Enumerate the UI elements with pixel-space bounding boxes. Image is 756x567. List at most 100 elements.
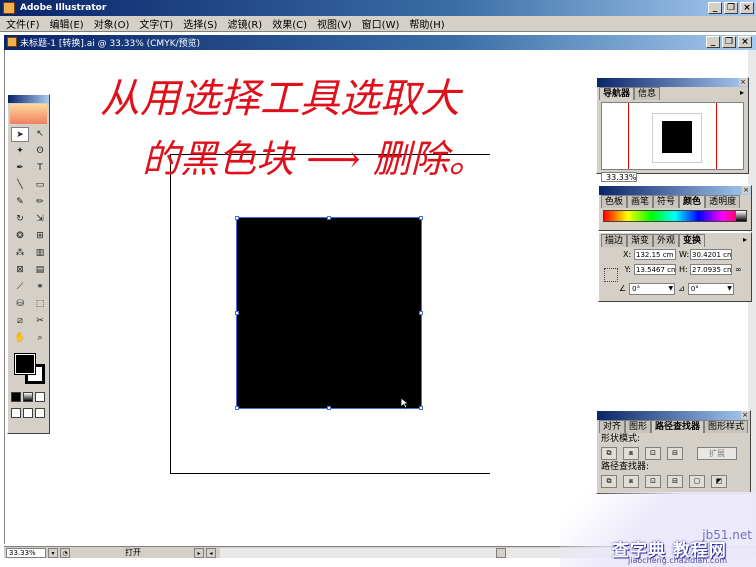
reference-point-icon[interactable] [604,268,618,282]
pathfinder-panel-titlebar[interactable]: × [597,411,750,420]
magic-wand-tool-icon[interactable]: ✦ [11,144,29,159]
tab-align[interactable]: 对齐 [599,420,626,433]
gradient-tool-icon[interactable]: ▤ [31,263,49,278]
free-transform-tool-icon[interactable]: ⊞ [31,229,49,244]
shear-angle-dropdown[interactable]: 0° [687,282,734,295]
selection-handle-ml[interactable] [235,311,239,315]
full-screen-menu-mode-icon[interactable] [23,408,33,418]
navigator-preview[interactable] [601,102,744,170]
status-info-icon[interactable]: ◔ [60,547,70,558]
lasso-tool-icon[interactable]: ʘ [31,144,49,159]
panel-close-icon[interactable]: × [739,78,747,86]
color-spectrum-bar[interactable] [603,210,747,222]
tab-brushes[interactable]: 画笔 [627,195,654,208]
doc-restore-icon[interactable]: ❐ [722,36,736,48]
color-mode-icon[interactable] [11,392,21,402]
tab-pathfinder[interactable]: 路径查找器 [651,420,705,433]
tab-navigator[interactable]: 导航器 [599,87,635,100]
blend-tool-icon[interactable]: ⚭ [31,280,49,295]
tab-graphic-styles[interactable]: 图形样式 [704,420,749,433]
paintbrush-tool-icon[interactable]: ✎ [11,195,29,210]
exclude-overlap-icon[interactable]: ⊟ [667,446,683,460]
minus-back-icon[interactable]: ◩ [711,474,727,488]
expand-button[interactable]: 扩展 [697,446,737,460]
menu-file[interactable]: 文件(F) [6,16,40,31]
eyedropper-tool-icon[interactable]: ⟋ [11,280,29,295]
y-field[interactable]: 13.5467 cm [634,264,676,275]
none-mode-icon[interactable] [35,392,45,402]
line-tool-icon[interactable]: ╲ [11,178,29,193]
slice-tool-icon[interactable]: ⧄ [11,314,29,329]
tab-transparency[interactable]: 透明度 [705,195,741,208]
symbol-sprayer-tool-icon[interactable]: ⁂ [11,246,29,261]
graph-tool-icon[interactable]: ▥ [31,246,49,261]
tab-shapes[interactable]: 图形 [625,420,652,433]
direct-selection-tool-icon[interactable]: ↖ [31,127,49,142]
rotate-tool-icon[interactable]: ↻ [11,212,29,227]
restore-icon[interactable]: ❐ [724,2,738,14]
minimize-icon[interactable]: _ [708,2,722,14]
doc-close-icon[interactable]: × [738,36,752,48]
panel-close-icon[interactable]: × [742,186,750,194]
trim-icon[interactable]: ⧈ [623,474,639,488]
selection-handle-tl[interactable] [235,216,239,220]
standard-screen-mode-icon[interactable] [11,408,21,418]
close-icon[interactable]: × [740,2,754,14]
color-panel-titlebar[interactable]: × [599,186,751,195]
menu-type[interactable]: 文字(T) [139,16,173,31]
mesh-tool-icon[interactable]: ⊠ [11,263,29,278]
height-field[interactable]: 27.0935 cm [690,264,732,275]
scissors-tool-icon[interactable]: ✂ [31,314,49,329]
menu-help[interactable]: 帮助(H) [409,16,444,31]
doc-minimize-icon[interactable]: _ [706,36,720,48]
black-white-ramp[interactable] [736,211,746,221]
tab-color[interactable]: 颜色 [679,195,706,208]
tab-transform[interactable]: 变换 [679,234,706,247]
menu-object[interactable]: 对象(O) [94,16,130,31]
rotate-angle-dropdown[interactable]: 0° [629,282,676,295]
live-paint-bucket-tool-icon[interactable]: ⛁ [11,297,29,312]
menu-filter[interactable]: 滤镜(R) [227,16,262,31]
hand-tool-icon[interactable]: ✋ [11,331,29,346]
outline-icon[interactable]: ▢ [689,474,705,488]
live-paint-selection-tool-icon[interactable]: ⬚ [31,297,49,312]
selection-handle-bm[interactable] [327,406,331,410]
status-menu-icon[interactable]: ▸ [194,547,204,558]
menu-select[interactable]: 选择(S) [183,16,217,31]
horizontal-scroll-thumb[interactable] [496,547,506,558]
navigator-zoom-field[interactable]: 33.33% [601,172,637,182]
pencil-tool-icon[interactable]: ✏ [31,195,49,210]
panel-close-icon[interactable]: × [741,411,749,419]
tab-stroke[interactable]: 描边 [601,234,628,247]
type-tool-icon[interactable]: T [31,161,49,176]
panel-menu-icon[interactable]: ▸ [740,87,744,100]
menu-window[interactable]: 窗口(W) [362,16,400,31]
menu-view[interactable]: 视图(V) [317,16,352,31]
tab-gradient[interactable]: 渐变 [627,234,654,247]
fill-swatch[interactable] [14,353,36,375]
add-to-shape-icon[interactable]: ⧉ [601,446,617,460]
width-field[interactable]: 30.4201 cm [690,249,732,260]
scroll-left-icon[interactable]: ◂ [206,547,216,558]
full-screen-mode-icon[interactable] [35,408,45,418]
selection-handle-br[interactable] [419,406,423,410]
merge-icon[interactable]: ⊡ [645,474,661,488]
subtract-from-shape-icon[interactable]: ⧈ [623,446,639,460]
panel-menu-icon[interactable]: ▸ [743,234,747,247]
zoom-level-field[interactable]: 33.33% [6,547,46,558]
selected-black-square[interactable] [236,217,422,409]
scale-tool-icon[interactable]: ⇲ [31,212,49,227]
selection-tool-icon[interactable]: ➤ [11,127,29,142]
zoom-tool-icon[interactable]: ⌕ [31,331,49,346]
warp-tool-icon[interactable]: ❂ [11,229,29,244]
menu-effect[interactable]: 效果(C) [272,16,307,31]
selection-handle-mr[interactable] [419,311,423,315]
navigator-panel-titlebar[interactable]: × [597,78,748,87]
tab-info[interactable]: 信息 [634,87,661,100]
intersect-shape-icon[interactable]: ⊡ [645,446,661,460]
tab-symbols[interactable]: 符号 [653,195,680,208]
divide-icon[interactable]: ⧉ [601,474,617,488]
gradient-mode-icon[interactable] [23,392,33,402]
pen-tool-icon[interactable]: ✒ [11,161,29,176]
selection-handle-bl[interactable] [235,406,239,410]
